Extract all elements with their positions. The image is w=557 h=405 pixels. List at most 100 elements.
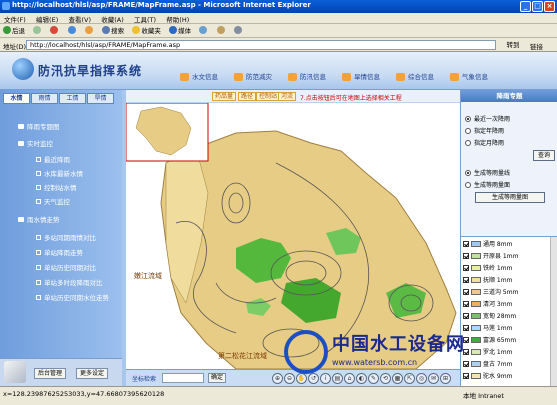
- draw-icon[interactable]: ✎: [368, 373, 379, 384]
- legend-item[interactable]: 盘古 7mm: [463, 359, 548, 370]
- search-button[interactable]: 搜索: [99, 25, 127, 37]
- links-button[interactable]: 链接: [530, 41, 543, 51]
- print-button[interactable]: [231, 25, 246, 37]
- right-panel: 降雨专题 最近一次降雨 指定年降雨 指定月降雨 查询 生成等雨量线 生成等雨量面…: [460, 90, 557, 386]
- tree-item-weather[interactable]: 天气监控: [36, 196, 70, 206]
- forward-button[interactable]: [30, 25, 45, 37]
- map-btn-river[interactable]: 河流: [278, 92, 297, 101]
- stop-button[interactable]: [47, 25, 62, 37]
- legend-item[interactable]: 马莲 1mm: [463, 323, 548, 334]
- radio-contour-area[interactable]: 生成等雨量面: [465, 180, 510, 189]
- nav-tab-flood[interactable]: 防汛信息: [286, 70, 326, 84]
- grid-icon[interactable]: ▦: [392, 373, 403, 384]
- favorites-button[interactable]: 收藏夹: [129, 25, 164, 37]
- tree-item-reservoir[interactable]: 水库最新水情: [36, 168, 83, 178]
- map-btn-route[interactable]: 路径: [238, 92, 257, 101]
- zoom-in-icon[interactable]: ⊕: [272, 373, 283, 384]
- coord-input[interactable]: [162, 373, 204, 383]
- reset-icon[interactable]: ↺: [308, 373, 319, 384]
- history-button[interactable]: [196, 25, 211, 37]
- legend-item[interactable]: 铁岭 1mm: [463, 263, 548, 274]
- query-button[interactable]: 查询: [533, 150, 555, 161]
- star-icon: [132, 26, 141, 34]
- generate-contour-button[interactable]: 生成等雨量图: [475, 192, 545, 203]
- zoom-out-icon[interactable]: ⊖: [284, 373, 295, 384]
- legend-item[interactable]: 驼水 9mm: [463, 371, 548, 382]
- shade-icon[interactable]: ◐: [356, 373, 367, 384]
- legend-scrollbar[interactable]: [550, 237, 557, 386]
- tree-item-rain-map[interactable]: 降雨专题图: [18, 121, 60, 131]
- mail-button[interactable]: [214, 25, 229, 37]
- map-canvas[interactable]: 嫩江流域 第二松花江流域: [126, 103, 460, 369]
- tree-item-multi-station[interactable]: 多站同期雨情对比: [36, 232, 96, 242]
- legend-item[interactable]: 富源 65mm: [463, 335, 548, 346]
- maximize-button[interactable]: □: [532, 1, 543, 12]
- tree-item-latest-rain[interactable]: 最近降雨: [36, 154, 70, 164]
- tab-drought[interactable]: 旱情: [87, 93, 114, 104]
- legend-item[interactable]: 宽甸 28mm: [463, 311, 548, 322]
- table-icon[interactable]: ⊞: [440, 373, 451, 384]
- info-icon[interactable]: i: [320, 373, 331, 384]
- tree-item-single-rain[interactable]: 单站降雨走势: [36, 247, 83, 257]
- fullextent-icon[interactable]: ⇱: [404, 373, 415, 384]
- legend-swatch: [471, 289, 481, 295]
- tree-item-control-station[interactable]: 控制站水情: [36, 182, 77, 192]
- target-icon[interactable]: ◎: [416, 373, 427, 384]
- back-button[interactable]: 后退: [0, 25, 28, 37]
- page-content: 防汛抗旱指挥系统 水文信息 防范减灾 防汛信息 旱情信息 综合信息 气象信息 水…: [0, 52, 557, 386]
- home-button[interactable]: [82, 25, 97, 37]
- home-map-icon[interactable]: ⌂: [344, 373, 355, 384]
- admin-button[interactable]: 后台管理: [34, 368, 67, 379]
- legend-label: 盘古 7mm: [483, 361, 513, 368]
- nav-tab-general[interactable]: 综合信息: [394, 70, 434, 84]
- coord-label: 坐标检索: [132, 376, 157, 383]
- radio-year-rain[interactable]: 指定年降雨: [465, 126, 504, 135]
- map-btn-control[interactable]: 控制站: [256, 92, 281, 101]
- legend-item[interactable]: 通用 8mm: [463, 239, 548, 250]
- radio-latest-rain[interactable]: 最近一次降雨: [465, 114, 510, 123]
- legend-label: 清河 3mm: [483, 301, 513, 308]
- legend-label: 三道沟 5mm: [483, 289, 519, 296]
- legend-label: 开原县 1mm: [483, 253, 519, 260]
- radio-contour-line[interactable]: 生成等雨量线: [465, 168, 510, 177]
- tab-water[interactable]: 水情: [3, 93, 30, 104]
- minimize-button[interactable]: _: [520, 1, 531, 12]
- coord-go-button[interactable]: 确定: [208, 373, 227, 383]
- legend-item[interactable]: 抚顺 1mm: [463, 275, 548, 286]
- nav-tab-hydrology[interactable]: 水文信息: [178, 70, 218, 84]
- tree-item-single-history[interactable]: 单站历史同期对比: [36, 262, 96, 272]
- browser-toolbar: 后退 搜索 收藏夹 媒体: [0, 24, 557, 38]
- media-button[interactable]: 媒体: [166, 25, 194, 37]
- tree-label: 雨水情走势: [27, 216, 60, 224]
- pan-icon[interactable]: ✋: [296, 373, 307, 384]
- close-button[interactable]: ×: [544, 1, 555, 12]
- checkbox-icon: [463, 337, 469, 343]
- layers-icon[interactable]: ▤: [332, 373, 343, 384]
- mail-map-icon[interactable]: ✉: [428, 373, 439, 384]
- radio-label: 生成等雨量面: [474, 182, 511, 189]
- legend-item[interactable]: 开原县 1mm: [463, 251, 548, 262]
- map-btn-drug[interactable]: 药品量: [212, 92, 237, 101]
- tab-rain[interactable]: 雨情: [31, 93, 58, 104]
- legend-item[interactable]: 罗北 1mm: [463, 347, 548, 358]
- tab-works[interactable]: 工情: [59, 93, 86, 104]
- refresh-button[interactable]: [65, 25, 80, 37]
- legend-item[interactable]: 清河 3mm: [463, 299, 548, 310]
- tree-item-multi-period[interactable]: 单站多时段降雨对比: [36, 277, 103, 287]
- legend-swatch: [471, 373, 481, 379]
- tree-label: 降雨专题图: [27, 123, 60, 131]
- legend-swatch: [471, 325, 481, 331]
- nav-tab-weather[interactable]: 气象信息: [448, 70, 488, 84]
- settings-button[interactable]: 更多设定: [76, 368, 109, 379]
- nav-tab-drought[interactable]: 旱情信息: [340, 70, 380, 84]
- url-field[interactable]: http://localhost/hlsl/asp/FRAME/MapFrame…: [26, 40, 496, 50]
- tree-item-water-level[interactable]: 单站历史同期水位走势: [36, 292, 109, 302]
- refresh-icon: [67, 26, 76, 34]
- undo-icon[interactable]: ⟲: [380, 373, 391, 384]
- legend-item[interactable]: 三道沟 5mm: [463, 287, 548, 298]
- tree-item-trend[interactable]: 雨水情走势: [18, 214, 60, 224]
- go-button[interactable]: 转到: [500, 40, 526, 50]
- nav-tab-disaster[interactable]: 防范减灾: [232, 70, 272, 84]
- radio-month-rain[interactable]: 指定月降雨: [465, 138, 504, 147]
- tree-item-realtime[interactable]: 实时监控: [18, 138, 53, 148]
